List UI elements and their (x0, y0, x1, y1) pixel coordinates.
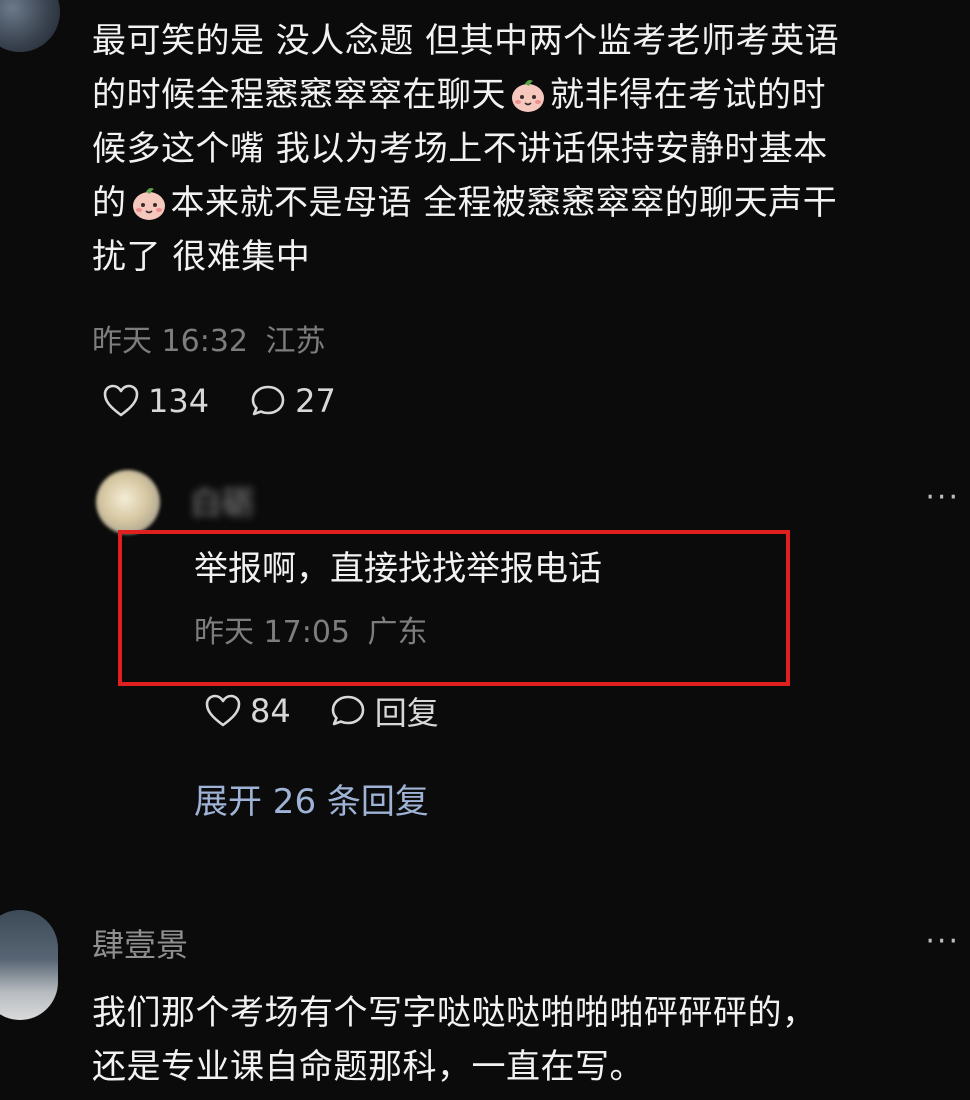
comment-meta: 昨天 16:32 江苏 (92, 316, 326, 360)
comment-bubble-icon (329, 693, 367, 729)
reply-count: 27 (295, 382, 336, 420)
peach-emoji-icon (508, 75, 548, 115)
reply-reply-label: 回复 (374, 694, 439, 732)
comment-line: 候多这个嘴 我以为考场上不讲话保持安静时基本 (92, 129, 828, 169)
heart-icon (102, 383, 140, 419)
expand-replies-link[interactable]: 展开 26 条回复 (194, 774, 429, 823)
comment-line: 我们那个考场有个写字哒哒哒啪啪啪砰砰砰的， (92, 993, 817, 1033)
reply-body: 举报啊，直接找找举报电话 昨天 17:05 广东 (194, 544, 602, 658)
comment-location: 江苏 (265, 324, 326, 359)
comment-actions: 134 27 (102, 382, 336, 420)
peach-emoji-icon (129, 183, 169, 223)
reply-avatar[interactable] (96, 470, 160, 534)
comment-body: 我们那个考场有个写字哒哒哒啪啪啪砰砰砰的， 还是专业课自命题那科，一直在写。 (92, 986, 952, 1094)
more-options-icon[interactable]: ··· (925, 924, 960, 959)
comment-line: 扰了 很难集中 (92, 237, 311, 277)
comment-line: 的时候全程窸窸窣窣在聊天 就非得在考试的时 (92, 75, 826, 115)
comment-line: 最可笑的是 没人念题 但其中两个监考老师考英语 (92, 21, 840, 61)
reply-time: 昨天 17:05 (194, 615, 350, 650)
avatar[interactable] (0, 0, 60, 52)
like-button[interactable]: 134 (102, 382, 209, 420)
like-count: 134 (148, 382, 210, 420)
comment-bubble-icon (249, 383, 287, 419)
reply-like-button[interactable]: 84 (204, 692, 291, 730)
comment-username[interactable]: 肆壹景 (92, 920, 188, 966)
reply-button[interactable]: 27 (249, 382, 336, 420)
reply-actions: 84 回复 (204, 688, 439, 734)
reply-text: 举报啊，直接找找举报电话 (194, 549, 602, 589)
more-options-icon[interactable]: ··· (925, 480, 960, 515)
comment-line: 的 本来就不是母语 全程被窸窸窣窣的聊天声干 (92, 183, 838, 223)
reply-location: 广东 (367, 615, 428, 650)
reply-like-count: 84 (250, 692, 291, 730)
comment-line: 还是专业课自命题那科，一直在写。 (92, 1047, 644, 1087)
comment-body: 最可笑的是 没人念题 但其中两个监考老师考英语 的时候全程窸窸窣窣在聊天 就非得… (92, 14, 952, 284)
reply-username[interactable]: 白砺 (190, 478, 254, 524)
comment-time: 昨天 16:32 (92, 324, 248, 359)
reply-reply-button[interactable]: 回复 (329, 688, 439, 734)
avatar[interactable] (0, 910, 58, 1020)
heart-icon (204, 693, 242, 729)
reply-meta: 昨天 17:05 广东 (194, 608, 602, 658)
